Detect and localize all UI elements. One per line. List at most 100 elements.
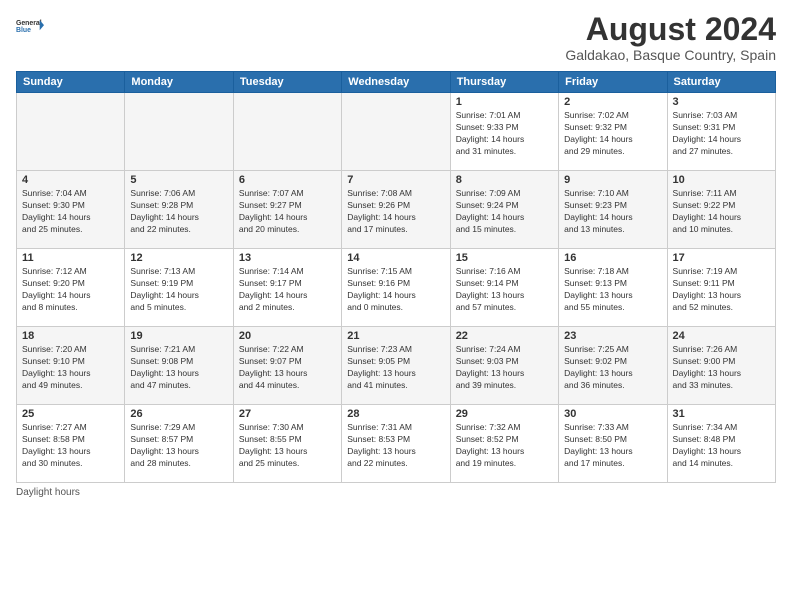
day-number: 5 xyxy=(130,174,227,186)
day-number: 10 xyxy=(673,174,770,186)
calendar-cell: 13 Sunrise: 7:14 AMSunset: 9:17 PMDayligh… xyxy=(233,249,341,327)
cell-info: Sunrise: 7:29 AMSunset: 8:57 PMDaylight:… xyxy=(130,422,227,470)
cell-info: Sunrise: 7:15 AMSunset: 9:16 PMDaylight:… xyxy=(347,266,444,314)
weekday-header-wednesday: Wednesday xyxy=(342,72,450,93)
calendar-cell: 27 Sunrise: 7:30 AMSunset: 8:55 PMDayligh… xyxy=(233,405,341,483)
day-number: 18 xyxy=(22,330,119,342)
subtitle: Galdakao, Basque Country, Spain xyxy=(565,47,776,63)
page-header: GeneralBlue August 2024 Galdakao, Basque… xyxy=(16,12,776,63)
calendar-cell: 12 Sunrise: 7:13 AMSunset: 9:19 PMDayligh… xyxy=(125,249,233,327)
day-number: 12 xyxy=(130,252,227,264)
calendar-cell: 3Sunrise: 7:03 AMSunset: 9:31 PMDaylight… xyxy=(667,93,775,171)
calendar-cell: 26 Sunrise: 7:29 AMSunset: 8:57 PMDayligh… xyxy=(125,405,233,483)
calendar-cell: 28 Sunrise: 7:31 AMSunset: 8:53 PMDayligh… xyxy=(342,405,450,483)
cell-info: Sunrise: 7:16 AMSunset: 9:14 PMDaylight:… xyxy=(456,266,553,314)
calendar-cell: 31 Sunrise: 7:34 AMSunset: 8:48 PMDayligh… xyxy=(667,405,775,483)
calendar-cell: 19Sunrise: 7:21 AMSunset: 9:08 PMDayligh… xyxy=(125,327,233,405)
calendar-week-row: 11 Sunrise: 7:12 AMSunset: 9:20 PMDayligh… xyxy=(17,249,776,327)
calendar-cell: 16 Sunrise: 7:18 AMSunset: 9:13 PMDayligh… xyxy=(559,249,667,327)
day-number: 6 xyxy=(239,174,336,186)
calendar-cell xyxy=(233,93,341,171)
logo: GeneralBlue xyxy=(16,12,48,40)
day-number: 31 xyxy=(673,408,770,420)
cell-info: Sunrise: 7:30 AMSunset: 8:55 PMDaylight:… xyxy=(239,422,336,470)
day-number: 14 xyxy=(347,252,444,264)
day-number: 17 xyxy=(673,252,770,264)
calendar-cell: 11 Sunrise: 7:12 AMSunset: 9:20 PMDayligh… xyxy=(17,249,125,327)
calendar-cell: 18 Sunrise: 7:20 AMSunset: 9:10 PMDayligh… xyxy=(17,327,125,405)
daylight-hours-label: Daylight hours xyxy=(16,487,80,498)
cell-info: Sunrise: 7:25 AMSunset: 9:02 PMDaylight:… xyxy=(564,344,661,392)
cell-info: Sunrise: 7:10 AMSunset: 9:23 PMDaylight:… xyxy=(564,188,661,236)
cell-info: Sunrise: 7:09 AMSunset: 9:24 PMDaylight:… xyxy=(456,188,553,236)
cell-info: Sunrise: 7:19 AMSunset: 9:11 PMDaylight:… xyxy=(673,266,770,314)
day-number: 25 xyxy=(22,408,119,420)
day-number: 16 xyxy=(564,252,661,264)
day-number: 1 xyxy=(456,96,553,108)
day-number: 22 xyxy=(456,330,553,342)
cell-info: Sunrise: 7:08 AMSunset: 9:26 PMDaylight:… xyxy=(347,188,444,236)
calendar-week-row: 4 Sunrise: 7:04 AMSunset: 9:30 PMDaylight… xyxy=(17,171,776,249)
calendar-cell: 20Sunrise: 7:22 AMSunset: 9:07 PMDayligh… xyxy=(233,327,341,405)
weekday-header-row: SundayMondayTuesdayWednesdayThursdayFrid… xyxy=(17,72,776,93)
day-number: 11 xyxy=(22,252,119,264)
svg-text:Blue: Blue xyxy=(16,27,31,34)
cell-info: Sunrise: 7:02 AMSunset: 9:32 PMDaylight:… xyxy=(564,110,661,158)
cell-info: Sunrise: 7:32 AMSunset: 8:52 PMDaylight:… xyxy=(456,422,553,470)
cell-info: Sunrise: 7:12 AMSunset: 9:20 PMDaylight:… xyxy=(22,266,119,314)
cell-info: Sunrise: 7:20 AMSunset: 9:10 PMDaylight:… xyxy=(22,344,119,392)
day-number: 13 xyxy=(239,252,336,264)
cell-info: Sunrise: 7:13 AMSunset: 9:19 PMDaylight:… xyxy=(130,266,227,314)
general-blue-icon: GeneralBlue xyxy=(16,12,44,40)
calendar-week-row: 1 Sunrise: 7:01 AMSunset: 9:33 PMDaylight… xyxy=(17,93,776,171)
calendar-cell xyxy=(125,93,233,171)
day-number: 7 xyxy=(347,174,444,186)
cell-info: Sunrise: 7:23 AMSunset: 9:05 PMDaylight:… xyxy=(347,344,444,392)
svg-text:General: General xyxy=(16,20,42,27)
day-number: 15 xyxy=(456,252,553,264)
cell-info: Sunrise: 7:21 AMSunset: 9:08 PMDaylight:… xyxy=(130,344,227,392)
cell-info: Sunrise: 7:26 AMSunset: 9:00 PMDaylight:… xyxy=(673,344,770,392)
cell-info: Sunrise: 7:14 AMSunset: 9:17 PMDaylight:… xyxy=(239,266,336,314)
calendar-cell: 24 Sunrise: 7:26 AMSunset: 9:00 PMDayligh… xyxy=(667,327,775,405)
weekday-header-sunday: Sunday xyxy=(17,72,125,93)
calendar-footer: Daylight hours xyxy=(16,487,776,498)
day-number: 26 xyxy=(130,408,227,420)
calendar-cell: 15 Sunrise: 7:16 AMSunset: 9:14 PMDayligh… xyxy=(450,249,558,327)
cell-info: Sunrise: 7:06 AMSunset: 9:28 PMDaylight:… xyxy=(130,188,227,236)
cell-info: Sunrise: 7:24 AMSunset: 9:03 PMDaylight:… xyxy=(456,344,553,392)
cell-info: Sunrise: 7:22 AMSunset: 9:07 PMDaylight:… xyxy=(239,344,336,392)
day-number: 3 xyxy=(673,96,770,108)
calendar-cell: 6 Sunrise: 7:07 AMSunset: 9:27 PMDaylight… xyxy=(233,171,341,249)
calendar-cell: 14 Sunrise: 7:15 AMSunset: 9:16 PMDayligh… xyxy=(342,249,450,327)
weekday-header-thursday: Thursday xyxy=(450,72,558,93)
day-number: 27 xyxy=(239,408,336,420)
day-number: 29 xyxy=(456,408,553,420)
calendar-cell: 4 Sunrise: 7:04 AMSunset: 9:30 PMDaylight… xyxy=(17,171,125,249)
calendar-cell: 10 Sunrise: 7:11 AMSunset: 9:22 PMDayligh… xyxy=(667,171,775,249)
cell-info: Sunrise: 7:01 AMSunset: 9:33 PMDaylight:… xyxy=(456,110,553,158)
title-block: August 2024 Galdakao, Basque Country, Sp… xyxy=(565,12,776,63)
calendar-cell: 22 Sunrise: 7:24 AMSunset: 9:03 PMDayligh… xyxy=(450,327,558,405)
cell-info: Sunrise: 7:04 AMSunset: 9:30 PMDaylight:… xyxy=(22,188,119,236)
main-title: August 2024 xyxy=(565,12,776,47)
calendar-cell: 29 Sunrise: 7:32 AMSunset: 8:52 PMDayligh… xyxy=(450,405,558,483)
calendar-week-row: 18 Sunrise: 7:20 AMSunset: 9:10 PMDayligh… xyxy=(17,327,776,405)
cell-info: Sunrise: 7:34 AMSunset: 8:48 PMDaylight:… xyxy=(673,422,770,470)
day-number: 9 xyxy=(564,174,661,186)
cell-info: Sunrise: 7:11 AMSunset: 9:22 PMDaylight:… xyxy=(673,188,770,236)
day-number: 21 xyxy=(347,330,444,342)
day-number: 28 xyxy=(347,408,444,420)
weekday-header-saturday: Saturday xyxy=(667,72,775,93)
weekday-header-tuesday: Tuesday xyxy=(233,72,341,93)
day-number: 24 xyxy=(673,330,770,342)
day-number: 4 xyxy=(22,174,119,186)
cell-info: Sunrise: 7:07 AMSunset: 9:27 PMDaylight:… xyxy=(239,188,336,236)
cell-info: Sunrise: 7:27 AMSunset: 8:58 PMDaylight:… xyxy=(22,422,119,470)
day-number: 23 xyxy=(564,330,661,342)
day-number: 8 xyxy=(456,174,553,186)
cell-info: Sunrise: 7:18 AMSunset: 9:13 PMDaylight:… xyxy=(564,266,661,314)
calendar-cell: 1 Sunrise: 7:01 AMSunset: 9:33 PMDaylight… xyxy=(450,93,558,171)
calendar-cell: 7 Sunrise: 7:08 AMSunset: 9:26 PMDaylight… xyxy=(342,171,450,249)
cell-info: Sunrise: 7:31 AMSunset: 8:53 PMDaylight:… xyxy=(347,422,444,470)
